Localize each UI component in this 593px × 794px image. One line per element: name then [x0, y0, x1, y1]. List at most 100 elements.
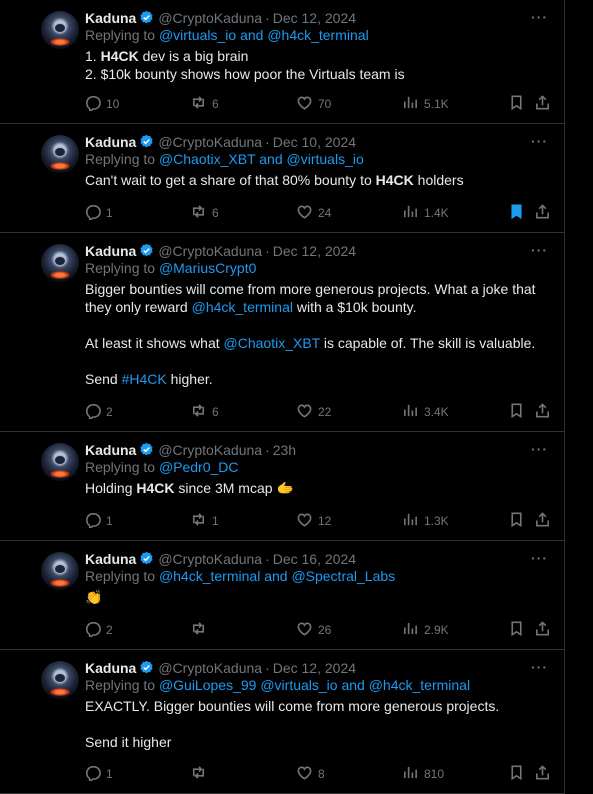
author-handle[interactable]: @CryptoKaduna: [158, 660, 262, 676]
replying-to-accounts[interactable]: @virtuals_io and @h4ck_terminal: [159, 27, 369, 43]
mention-link[interactable]: @Chaotix_XBT: [224, 335, 320, 351]
bookmark-button[interactable]: [508, 203, 525, 223]
tweet-date[interactable]: Dec 16, 2024: [273, 551, 356, 567]
mention-link[interactable]: #H4CK: [122, 371, 167, 387]
avatar[interactable]: [41, 244, 79, 282]
views-button[interactable]: 2.9K: [402, 620, 449, 640]
bookmark-button[interactable]: [508, 764, 525, 784]
author-name[interactable]: Kaduna: [85, 442, 136, 458]
author-name[interactable]: Kaduna: [85, 660, 136, 676]
more-options-icon[interactable]: ···: [531, 659, 548, 675]
tweet[interactable]: Kaduna @CryptoKaduna · Dec 12, 2024 ··· Reply…: [0, 0, 565, 124]
share-button[interactable]: [534, 511, 551, 531]
reply-button[interactable]: 2: [84, 620, 113, 640]
share-button[interactable]: [534, 203, 551, 223]
views-button[interactable]: 1.4K: [402, 203, 449, 223]
tweet-date[interactable]: Dec 12, 2024: [273, 660, 356, 676]
tweet-date[interactable]: Dec 12, 2024: [273, 10, 356, 26]
more-options-icon[interactable]: ···: [531, 242, 548, 258]
like-button[interactable]: 24: [296, 203, 331, 223]
replying-to-accounts[interactable]: @h4ck_terminal and @Spectral_Labs: [159, 568, 395, 584]
author-name[interactable]: Kaduna: [85, 10, 136, 26]
replying-to: Replying to @h4ck_terminal and @Spectral…: [85, 568, 395, 584]
avatar[interactable]: [41, 552, 79, 590]
reply-button[interactable]: 1: [84, 203, 113, 223]
text-segment: with a $10k bounty.: [292, 299, 417, 315]
reply-button[interactable]: 10: [84, 94, 119, 114]
author-handle[interactable]: @CryptoKaduna: [158, 442, 262, 458]
avatar[interactable]: [41, 11, 79, 49]
share-button[interactable]: [534, 94, 551, 114]
retweet-button[interactable]: 1: [190, 511, 219, 531]
mention-link[interactable]: @h4ck_terminal: [192, 299, 293, 315]
share-button[interactable]: [534, 764, 551, 784]
bookmark-button[interactable]: [508, 620, 525, 640]
views-button[interactable]: 5.1K: [402, 94, 449, 114]
retweet-button[interactable]: 6: [190, 94, 219, 114]
text-segment: they only reward: [85, 299, 192, 315]
replying-to-accounts[interactable]: @Pedr0_DC: [159, 459, 239, 475]
tweet-date[interactable]: Dec 12, 2024: [273, 243, 356, 259]
replying-to-accounts[interactable]: @Chaotix_XBT and @virtuals_io: [159, 151, 364, 167]
bookmark-button[interactable]: [508, 402, 525, 422]
tweet[interactable]: Kaduna @CryptoKaduna · Dec 12, 2024 ··· Reply…: [0, 650, 565, 794]
tweet-date[interactable]: Dec 10, 2024: [273, 134, 356, 150]
replying-to-accounts[interactable]: @GuiLopes_99 @virtuals_io and @h4ck_term…: [159, 677, 470, 693]
more-options-icon[interactable]: ···: [531, 441, 548, 457]
separator-dot: ·: [265, 242, 270, 259]
avatar[interactable]: [41, 135, 79, 173]
more-options-icon[interactable]: ···: [531, 9, 548, 25]
tweet-date[interactable]: 23h: [273, 442, 296, 458]
avatar[interactable]: [41, 443, 79, 481]
like-count: 70: [318, 97, 332, 111]
author-name[interactable]: Kaduna: [85, 243, 136, 259]
author-name[interactable]: Kaduna: [85, 551, 136, 567]
like-button[interactable]: 26: [296, 620, 331, 640]
replying-to-accounts[interactable]: @MariusCrypt0: [159, 260, 256, 276]
retweet-button[interactable]: 6: [190, 203, 219, 223]
tweet-text: Bigger bounties will come from more gene…: [85, 280, 550, 388]
bookmark-button[interactable]: [508, 511, 525, 531]
replying-to: Replying to @virtuals_io and @h4ck_termi…: [85, 27, 369, 43]
retweet-icon: [190, 203, 207, 223]
more-options-icon[interactable]: ···: [531, 550, 548, 566]
author-handle[interactable]: @CryptoKaduna: [158, 243, 262, 259]
tweet[interactable]: Kaduna @CryptoKaduna · Dec 16, 2024 ··· Reply…: [0, 541, 565, 650]
retweet-button[interactable]: [190, 620, 212, 640]
replying-to-label: Replying to: [85, 27, 159, 43]
author-handle[interactable]: @CryptoKaduna: [158, 10, 262, 26]
ticker-text: H4CK: [375, 172, 414, 188]
views-button[interactable]: 810: [402, 764, 444, 784]
author-name[interactable]: Kaduna: [85, 134, 136, 150]
tweet[interactable]: Kaduna @CryptoKaduna · Dec 10, 2024 ··· Reply…: [0, 124, 565, 233]
author-handle[interactable]: @CryptoKaduna: [158, 134, 262, 150]
like-button[interactable]: 22: [296, 402, 331, 422]
tweet-header: Kaduna @CryptoKaduna · Dec 12, 2024: [85, 658, 356, 677]
reply-button[interactable]: 2: [84, 402, 113, 422]
author-handle[interactable]: @CryptoKaduna: [158, 551, 262, 567]
retweet-button[interactable]: [190, 764, 212, 784]
share-icon: [534, 402, 551, 422]
replying-to-label: Replying to: [85, 151, 159, 167]
more-options-icon[interactable]: ···: [531, 133, 548, 149]
like-button[interactable]: 12: [296, 511, 331, 531]
replying-to-label: Replying to: [85, 677, 159, 693]
bookmark-button[interactable]: [508, 94, 525, 114]
reply-button[interactable]: 1: [84, 764, 113, 784]
text-segment: since 3M mcap: [174, 480, 277, 496]
like-button[interactable]: 8: [296, 764, 325, 784]
text-line: At least it shows what @Chaotix_XBT is c…: [85, 334, 550, 352]
like-button[interactable]: 70: [296, 94, 331, 114]
views-button[interactable]: 1.3K: [402, 511, 449, 531]
reply-button[interactable]: 1: [84, 511, 113, 531]
replying-to: Replying to @GuiLopes_99 @virtuals_io an…: [85, 677, 470, 693]
share-button[interactable]: [534, 402, 551, 422]
verified-badge-icon: [139, 134, 154, 149]
share-button[interactable]: [534, 620, 551, 640]
tweet[interactable]: Kaduna @CryptoKaduna · Dec 12, 2024 ··· Reply…: [0, 233, 565, 432]
retweet-button[interactable]: 6: [190, 402, 219, 422]
tweet[interactable]: Kaduna @CryptoKaduna · 23h ··· Replying to @P…: [0, 432, 565, 541]
views-button[interactable]: 3.4K: [402, 402, 449, 422]
avatar[interactable]: [41, 661, 79, 699]
text-segment: holders: [413, 172, 464, 188]
